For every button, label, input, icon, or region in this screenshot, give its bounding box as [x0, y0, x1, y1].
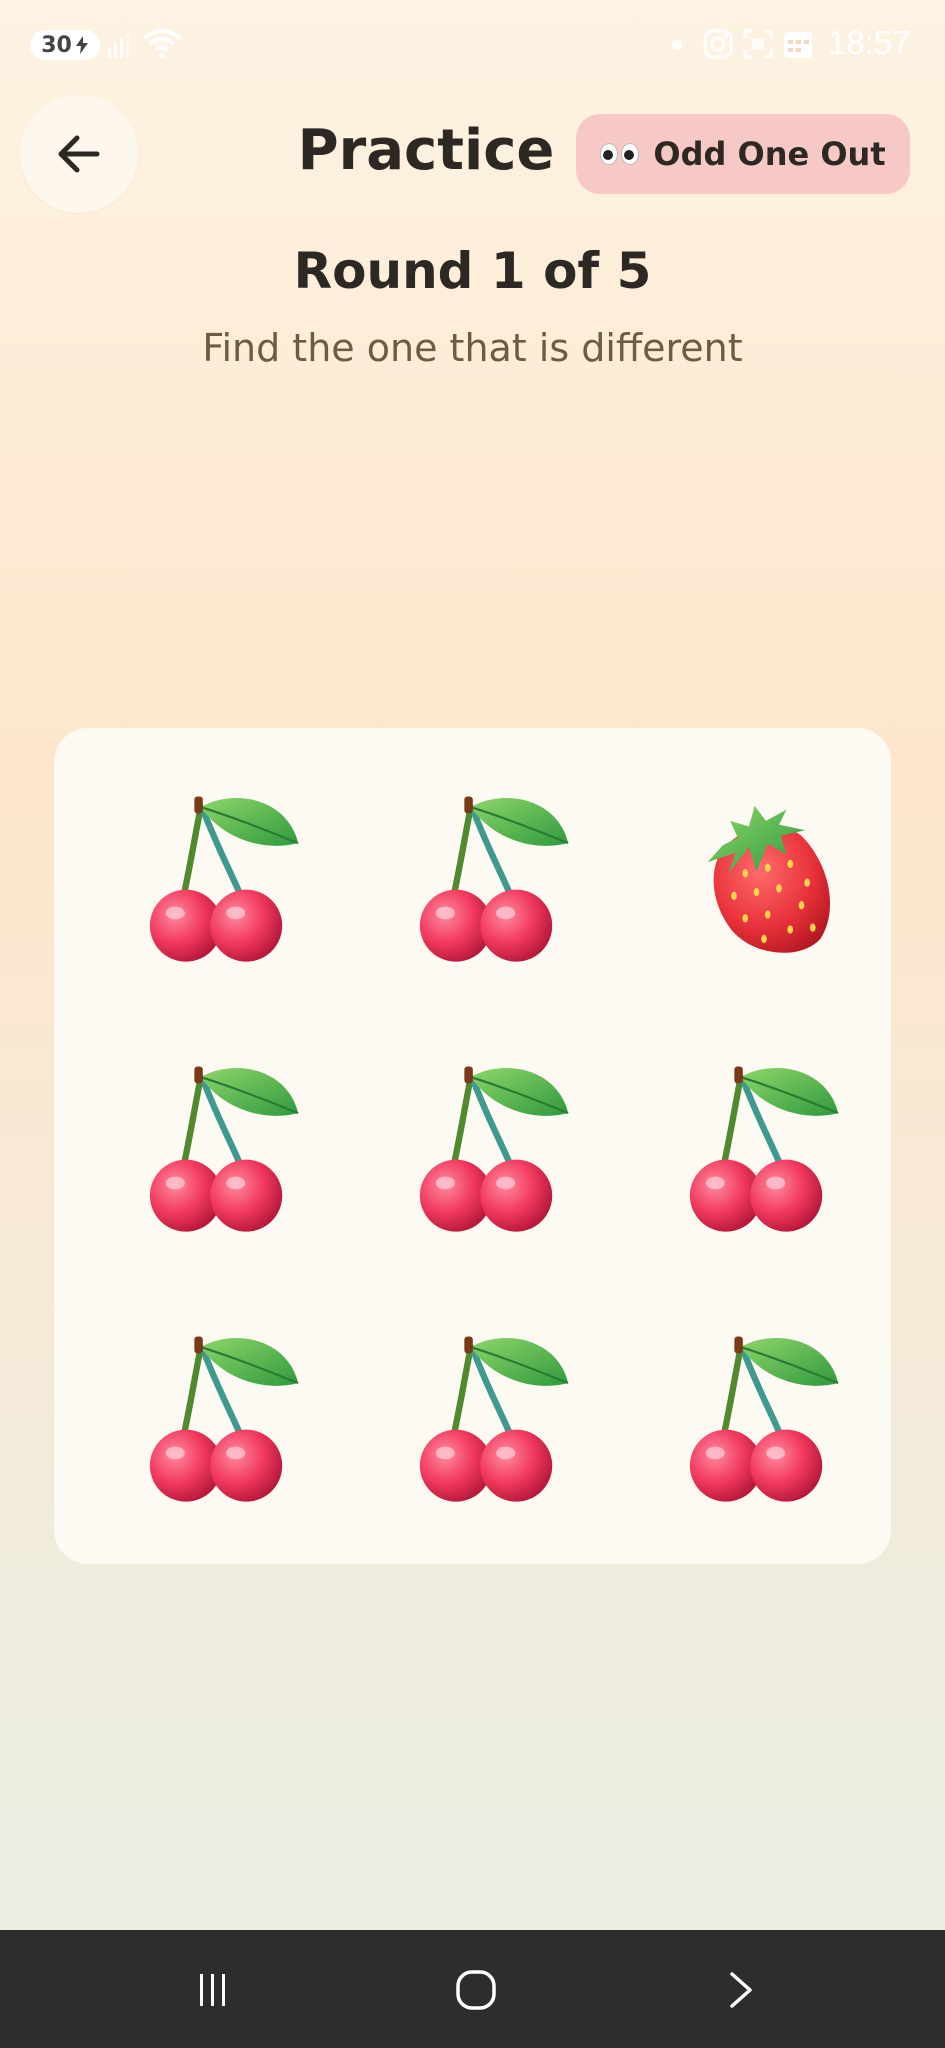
- eyes-icon: [600, 143, 640, 165]
- notification-dot-icon: [672, 40, 682, 50]
- scan-icon: [743, 29, 773, 59]
- cherries-icon: [409, 1328, 579, 1508]
- page-title: Practice: [297, 118, 555, 183]
- home-icon: [456, 1970, 496, 2010]
- instruction-text: Find the one that is different: [202, 326, 743, 370]
- tile-2[interactable]: [379, 763, 609, 993]
- charging-bolt-icon: [75, 36, 88, 54]
- recent-apps-icon: [200, 1974, 225, 2006]
- cherries-icon: [409, 1058, 579, 1238]
- cherries-icon: [409, 788, 579, 968]
- mode-chip-label: Odd One Out: [653, 135, 886, 173]
- wifi-icon: [142, 29, 182, 59]
- system-nav-bar: [0, 1930, 945, 2048]
- cherries-icon: [679, 1058, 849, 1238]
- tile-7[interactable]: [109, 1303, 339, 1533]
- battery-level: 30: [41, 32, 72, 58]
- nav-back-button[interactable]: [710, 1960, 770, 2020]
- strawberry-icon: [689, 793, 839, 963]
- status-time: 18:57: [828, 24, 911, 61]
- recent-apps-button[interactable]: [182, 1960, 242, 2020]
- tile-4[interactable]: [109, 1033, 339, 1263]
- tile-6[interactable]: [649, 1033, 879, 1263]
- back-chevron-icon: [730, 1972, 752, 2008]
- game-board: [54, 728, 891, 1564]
- round-label: Round 1 of 5: [293, 242, 652, 300]
- cherries-icon: [139, 788, 309, 968]
- tile-9[interactable]: [649, 1303, 879, 1533]
- cherries-icon: [139, 1058, 309, 1238]
- mode-chip[interactable]: Odd One Out: [576, 114, 910, 194]
- arrow-left-icon: [58, 135, 100, 173]
- tile-3[interactable]: [649, 763, 879, 993]
- tile-1[interactable]: [109, 763, 339, 993]
- status-bar: 30 18:57: [0, 0, 945, 92]
- home-button[interactable]: [446, 1960, 506, 2020]
- instagram-icon: [703, 29, 733, 59]
- battery-indicator: 30: [30, 30, 100, 60]
- calendar-icon: [784, 32, 812, 58]
- back-button[interactable]: [20, 95, 138, 213]
- tile-8[interactable]: [379, 1303, 609, 1533]
- cherries-icon: [139, 1328, 309, 1508]
- signal-icon: [108, 33, 129, 58]
- cherries-icon: [679, 1328, 849, 1508]
- tile-5[interactable]: [379, 1033, 609, 1263]
